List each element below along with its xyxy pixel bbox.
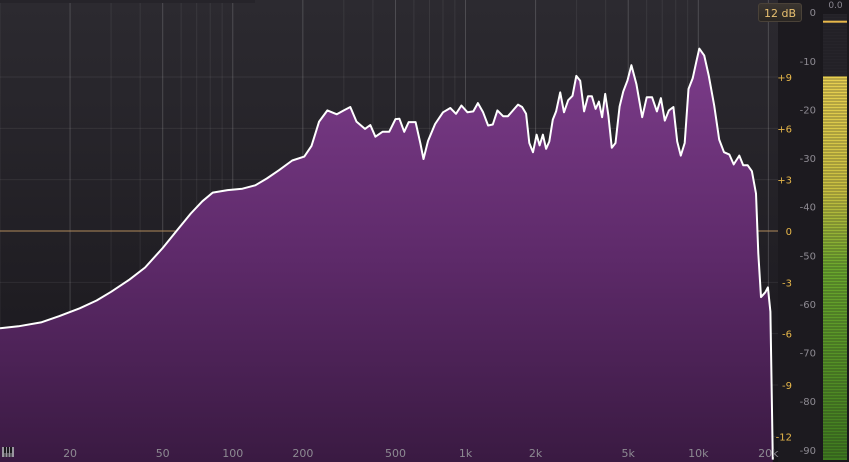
db-tick-label: 0 bbox=[810, 8, 816, 19]
db-tick-label: -60 bbox=[800, 300, 816, 311]
scale-panel bbox=[778, 0, 820, 462]
freq-tick-label: 1k bbox=[459, 447, 473, 460]
meter-peak-hold bbox=[823, 20, 847, 23]
eq-tick-label: -9 bbox=[782, 381, 792, 392]
freq-tick-label: 2k bbox=[529, 447, 543, 460]
output-level-meter bbox=[823, 14, 847, 460]
spectrum-analyzer[interactable]: 20 50 100 200 500 1k 2k 5k 10k 20k +9+6+30-3-6-9-… bbox=[0, 0, 849, 462]
peak-readout: 0.0 bbox=[828, 1, 843, 11]
eq-tick-label: 0 bbox=[786, 227, 792, 238]
db-tick-label: -90 bbox=[800, 446, 816, 457]
freq-tick-label: 500 bbox=[385, 447, 406, 460]
freq-tick-label: 200 bbox=[292, 447, 313, 460]
eq-tick-label: +6 bbox=[777, 124, 792, 135]
freq-tick-label: 20k bbox=[758, 447, 779, 460]
eq-tick-label: -12 bbox=[776, 432, 792, 443]
eq-tick-label: -6 bbox=[782, 330, 792, 341]
freq-tick-label: 50 bbox=[156, 447, 170, 460]
db-tick-label: -70 bbox=[800, 349, 816, 360]
db-tick-label: -30 bbox=[800, 154, 816, 165]
freq-tick-label: 100 bbox=[222, 447, 243, 460]
db-tick-label: -50 bbox=[800, 251, 816, 262]
freq-tick-label: 20 bbox=[63, 447, 77, 460]
top-strip bbox=[0, 0, 255, 3]
eq-tick-label: +3 bbox=[777, 176, 792, 187]
freq-tick-label: 10k bbox=[688, 447, 709, 460]
eq-tick-label: -3 bbox=[782, 278, 792, 289]
db-tick-label: -80 bbox=[800, 397, 816, 408]
db-tick-label: -10 bbox=[800, 57, 816, 68]
piano-keyboard-icon[interactable] bbox=[2, 447, 14, 457]
range-button[interactable]: 12 dB bbox=[758, 3, 802, 22]
freq-tick-label: 5k bbox=[622, 447, 636, 460]
db-tick-label: -40 bbox=[800, 203, 816, 214]
db-tick-label: -20 bbox=[800, 105, 816, 116]
eq-tick-label: +9 bbox=[777, 73, 792, 84]
